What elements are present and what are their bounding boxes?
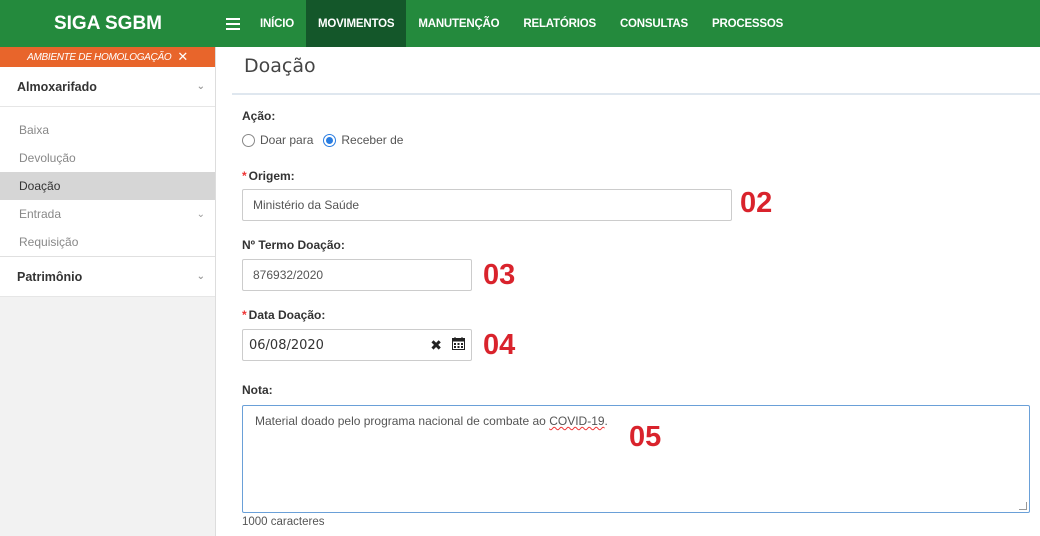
- annotation-marker-03: 03: [483, 259, 516, 291]
- origem-label: * Origem:: [242, 169, 295, 183]
- sidebar-item-label: Almoxarifado: [17, 79, 97, 94]
- tools-icon: ✕: [177, 49, 188, 64]
- clear-icon[interactable]: ✖: [430, 337, 442, 354]
- annotation-marker-04: 04: [483, 329, 516, 361]
- sidebar-item-label: Patrimônio: [17, 269, 83, 284]
- nav-processos[interactable]: PROCESSOS: [700, 0, 795, 47]
- environment-label: AMBIENTE DE HOMOLOGAÇÃO: [27, 51, 172, 63]
- chevron-down-icon: ⌄: [196, 208, 205, 220]
- data-input[interactable]: 06/08/2020 ✖: [242, 329, 472, 361]
- sidebar-item-requisicao[interactable]: Requisição: [0, 228, 215, 256]
- acao-radio-group: Doar para Receber de: [242, 133, 413, 147]
- hamburger-icon[interactable]: [218, 0, 248, 47]
- sidebar-item-label: Doação: [19, 179, 61, 193]
- environment-banner: AMBIENTE DE HOMOLOGAÇÃO ✕: [0, 47, 215, 67]
- data-label-text: Data Doação:: [248, 308, 326, 322]
- radio-receber-de[interactable]: [323, 133, 337, 147]
- required-asterisk: *: [242, 308, 247, 322]
- nav-manutencao[interactable]: MANUTENÇÃO: [406, 0, 511, 47]
- app-brand[interactable]: SIGA SGBM: [0, 0, 216, 47]
- sidebar-item-label: Entrada: [19, 207, 62, 221]
- nota-char-counter: 1000 caracteres: [242, 516, 325, 528]
- chevron-down-icon: ⌄: [196, 271, 205, 282]
- sidebar-item-devolucao[interactable]: Devolução: [0, 144, 215, 172]
- nav-movimentos[interactable]: MOVIMENTOS: [305, 0, 407, 47]
- main-nav: INÍCIO MOVIMENTOS MANUTENÇÃO RELATÓRIOS …: [248, 0, 795, 47]
- nota-text-flagged: COVID-19: [549, 414, 605, 428]
- page-title: Doação: [232, 47, 1040, 95]
- chevron-down-icon: ⌄: [196, 81, 205, 92]
- radio-doar-para-label[interactable]: Doar para: [260, 133, 313, 147]
- nav-consultas[interactable]: CONSULTAS: [608, 0, 700, 47]
- nav-inicio[interactable]: INÍCIO: [248, 0, 306, 47]
- sidebar-item-doacao[interactable]: Doação: [0, 172, 215, 200]
- sidebar-item-baixa[interactable]: Baixa: [0, 116, 215, 144]
- sidebar-item-label: Devolução: [19, 151, 76, 165]
- sidebar-item-label: Baixa: [19, 123, 50, 137]
- date-actions: ✖: [430, 337, 465, 354]
- origem-label-text: Origem:: [248, 169, 295, 183]
- resize-handle[interactable]: [1019, 502, 1027, 510]
- data-label: * Data Doação:: [242, 308, 325, 322]
- sidebar-item-almoxarifado[interactable]: Almoxarifado ⌄: [0, 67, 215, 107]
- nota-text-after: .: [604, 414, 608, 428]
- annotation-marker-05: 05: [629, 421, 662, 453]
- sidebar: AMBIENTE DE HOMOLOGAÇÃO ✕ Almoxarifado ⌄…: [0, 47, 216, 536]
- main-content: Doação Ação: Doar para Receber de * Orige…: [232, 47, 1040, 536]
- radio-receber-de-label[interactable]: Receber de: [341, 133, 403, 147]
- nav-relatorios[interactable]: RELATÓRIOS: [511, 0, 608, 47]
- sidebar-item-label: Requisição: [19, 235, 79, 249]
- sidebar-item-entrada[interactable]: Entrada ⌄: [0, 200, 215, 228]
- acao-label: Ação:: [242, 109, 276, 123]
- origem-input[interactable]: Ministério da Saúde: [242, 189, 732, 221]
- data-input-value: 06/08/2020: [249, 337, 324, 353]
- required-asterisk: *: [242, 169, 247, 183]
- radio-doar-para[interactable]: [242, 133, 255, 147]
- termo-label: Nº Termo Doação:: [242, 238, 345, 252]
- top-navbar: SIGA SGBM INÍCIO MOVIMENTOS MANUTENÇÃO R…: [0, 0, 1040, 47]
- nota-label: Nota:: [242, 383, 273, 397]
- sidebar-item-patrimonio[interactable]: Patrimônio ⌄: [0, 257, 215, 297]
- termo-input[interactable]: 876932/2020: [242, 259, 472, 291]
- annotation-marker-02: 02: [740, 187, 773, 219]
- sidebar-section-almoxarifado: Almoxarifado ⌄ Baixa Devolução Doação En…: [0, 67, 215, 257]
- nota-text-before: Material doado pelo programa nacional de…: [255, 414, 550, 428]
- calendar-icon[interactable]: [452, 337, 465, 354]
